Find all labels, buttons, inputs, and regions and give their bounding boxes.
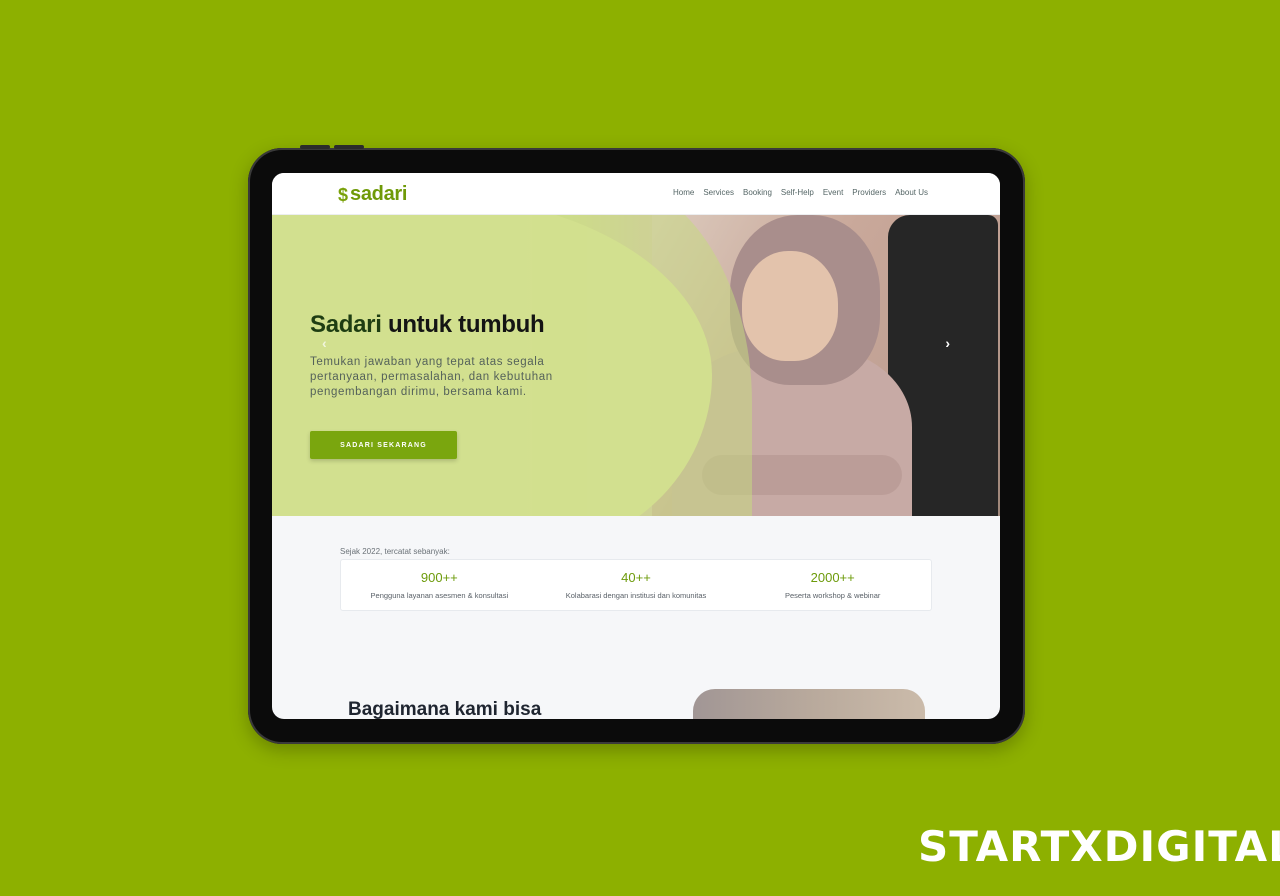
nav-item-booking[interactable]: Booking	[743, 188, 772, 197]
stat-value: 40++	[621, 570, 651, 585]
nav-item-providers[interactable]: Providers	[852, 188, 886, 197]
stats-card: 900++ Pengguna layanan asesmen & konsult…	[340, 559, 932, 611]
section-title: Bagaimana kami bisa	[348, 699, 542, 719]
nav-item-self-help[interactable]: Self-Help	[781, 188, 814, 197]
stat-item: 2000++ Peserta workshop & webinar	[734, 560, 931, 610]
tablet-button	[334, 145, 364, 149]
stat-label: Pengguna layanan asesmen & konsultasi	[370, 591, 509, 600]
stat-value: 2000++	[810, 570, 855, 585]
section-image	[693, 689, 925, 719]
carousel-next-icon[interactable]: ›	[945, 335, 950, 351]
startxdigital-logo: STARTXDIGITAL	[918, 822, 1280, 871]
stats-intro: Sejak 2022, tercatat sebanyak:	[340, 547, 450, 556]
sadari-sekarang-button[interactable]: SADARI SEKARANG	[310, 431, 457, 459]
navbar: $ sadari Home Services Booking Self-Help…	[272, 173, 1000, 215]
stat-item: 900++ Pengguna layanan asesmen & konsult…	[341, 560, 538, 610]
hero-photo-face	[742, 251, 838, 361]
stat-label: Peserta workshop & webinar	[784, 591, 881, 600]
carousel-prev-icon[interactable]: ‹	[322, 335, 327, 351]
hero-title-brand: Sadari	[310, 311, 382, 338]
logo-text: sadari	[350, 183, 408, 205]
stat-label: Kolabarasi dengan institusi dan komunita…	[565, 591, 707, 600]
nav-menu: Home Services Booking Self-Help Event Pr…	[673, 188, 928, 197]
nav-item-about-us[interactable]: About Us	[895, 188, 928, 197]
tablet-button	[300, 145, 330, 149]
nav-item-event[interactable]: Event	[823, 188, 843, 197]
hero-title: Sadari untuk tumbuh	[310, 311, 545, 339]
stat-item: 40++ Kolabarasi dengan institusi dan kom…	[538, 560, 735, 610]
nav-item-home[interactable]: Home	[673, 188, 694, 197]
logo[interactable]: $ sadari	[338, 183, 407, 206]
tablet-frame: $ sadari Home Services Booking Self-Help…	[248, 145, 1025, 744]
hero-title-rest: untuk tumbuh	[387, 311, 545, 338]
stat-value: 900++	[420, 570, 458, 585]
logo-icon: $	[338, 184, 349, 205]
hero-banner: Sadari untuk tumbuh Temukan jawaban yang…	[272, 215, 1000, 516]
nav-item-services[interactable]: Services	[703, 188, 734, 197]
website-screen: $ sadari Home Services Booking Self-Help…	[272, 173, 1000, 719]
hero-description: Temukan jawaban yang tepat atas segala p…	[310, 356, 553, 398]
